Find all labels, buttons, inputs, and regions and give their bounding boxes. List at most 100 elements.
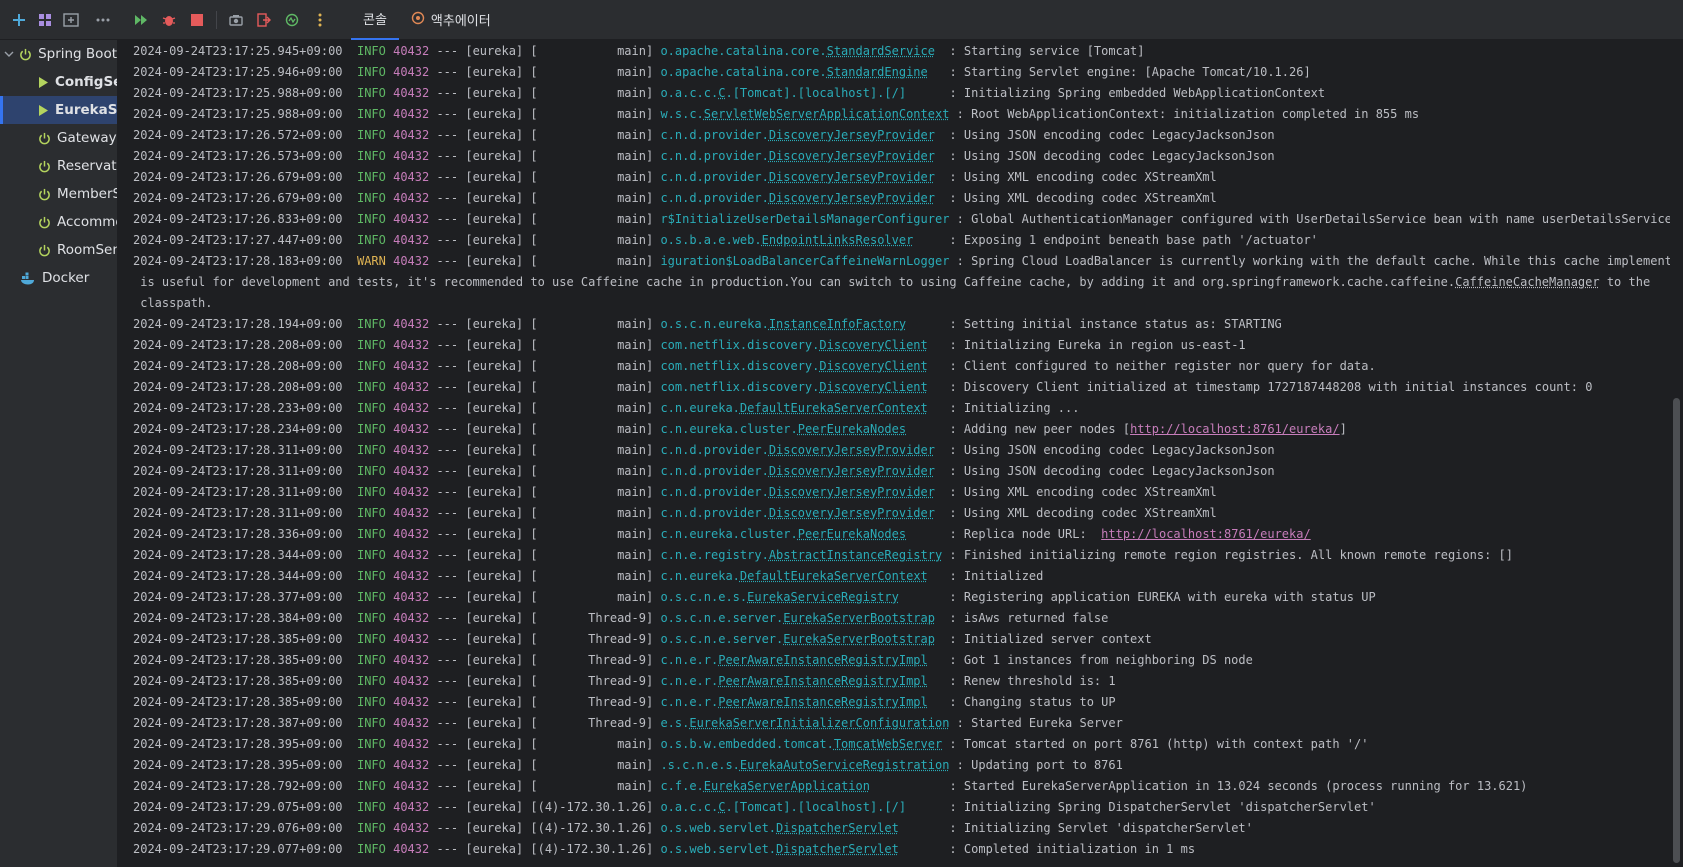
log-logger[interactable]: o.s.c.n.e.server.EurekaServerBootstrap (660, 632, 935, 646)
log-logger[interactable]: c.n.eureka.cluster.PeerEurekaNodes (660, 527, 906, 541)
log-logger[interactable]: o.s.c.n.e.s.EurekaServiceRegistry (660, 590, 898, 604)
log-logger[interactable]: com.netflix.discovery.DiscoveryClient (660, 380, 927, 394)
log-logger[interactable]: e.s.EurekaServerInitializerConfiguration (660, 716, 949, 730)
console-tabs: 콘솔 액추에이터 (351, 0, 503, 40)
log-pid: 40432 (393, 359, 430, 373)
log-line: 2024-09-24T23:17:26.679+09:00 INFO 40432… (133, 188, 1670, 209)
console-scrollbar[interactable] (1670, 40, 1683, 867)
log-logger[interactable]: o.s.b.w.embedded.tomcat.TomcatWebServer (660, 737, 942, 751)
log-logger[interactable]: r$InitializeUserDetailsManagerConfigurer (660, 212, 949, 226)
log-pad: : (906, 86, 964, 100)
tab-actuator[interactable]: 액추에이터 (399, 0, 503, 40)
log-logger[interactable]: o.a.c.c.C.[Tomcat].[localhost].[/] (660, 86, 906, 100)
log-url-link[interactable]: http://localhost:8761/eureka/ (1130, 422, 1340, 436)
tree-item-members[interactable]: MemberS (0, 180, 117, 208)
log-logger[interactable]: c.n.e.r.PeerAwareInstanceRegistryImpl (660, 674, 927, 688)
add-icon[interactable] (6, 7, 32, 33)
log-logger[interactable]: c.n.d.provider.DiscoveryJerseyProvider (660, 506, 935, 520)
log-logger-prefix: o.s.c.n.e.server. (660, 611, 784, 625)
log-logger[interactable]: c.n.d.provider.DiscoveryJerseyProvider (660, 464, 935, 478)
profiler-icon[interactable] (279, 7, 305, 33)
log-logger[interactable]: .s.c.n.e.s.EurekaAutoServiceRegistration (660, 758, 949, 772)
log-logger[interactable]: c.n.e.registry.AbstractInstanceRegistry (660, 548, 942, 562)
tree-item-configse[interactable]: ConfigSe (0, 68, 117, 96)
stop-icon[interactable] (184, 7, 210, 33)
log-logger-prefix: c.n.d.provider. (660, 128, 769, 142)
more-icon[interactable] (90, 7, 116, 33)
log-line: 2024-09-24T23:17:28.377+09:00 INFO 40432… (133, 587, 1670, 608)
tree-item-roomsen[interactable]: RoomSen (0, 236, 117, 264)
log-logger[interactable]: c.n.eureka.DefaultEurekaServerContext (660, 569, 927, 583)
log-app: [eureka] (465, 800, 524, 814)
tree-item-spring-boot[interactable]: Spring Boot (0, 40, 117, 68)
tree-item-reservatio[interactable]: Reservatio (0, 152, 117, 180)
rerun-icon[interactable] (128, 7, 154, 33)
debug-icon[interactable] (156, 7, 182, 33)
log-logger[interactable]: o.s.b.a.e.web.EndpointLinksResolver (660, 233, 913, 247)
log-pad: : (934, 128, 964, 142)
log-level: INFO (356, 506, 386, 520)
log-logger-class: PeerEurekaNodes (797, 527, 907, 541)
log-logger[interactable]: o.apache.catalina.core.StandardService (660, 44, 935, 58)
log-logger[interactable]: c.n.eureka.DefaultEurekaServerContext (660, 401, 927, 415)
group-icon[interactable] (32, 7, 58, 33)
log-bracket: ] (645, 548, 661, 562)
log-logger[interactable]: c.f.e.EurekaServerApplication (660, 779, 870, 793)
log-logger[interactable]: iguration$LoadBalancerCaffeineWarnLogger (660, 254, 949, 268)
exit-icon[interactable] (251, 7, 277, 33)
log-logger[interactable]: o.s.c.n.e.server.EurekaServerBootstrap (660, 611, 935, 625)
log-logger[interactable]: com.netflix.discovery.DiscoveryClient (660, 359, 927, 373)
log-sep: --- (429, 128, 466, 142)
log-pad: : (934, 632, 964, 646)
log-logger-class: DiscoveryJerseyProvider (768, 170, 935, 184)
log-logger[interactable]: c.n.d.provider.DiscoveryJerseyProvider (660, 443, 935, 457)
services-toolbar (0, 7, 118, 33)
log-sep: --- (429, 653, 466, 667)
log-pad: : (898, 590, 964, 604)
log-url-link[interactable]: http://localhost:8761/eureka/ (1101, 527, 1311, 541)
log-thread: main (537, 401, 646, 415)
log-logger[interactable]: c.n.d.provider.DiscoveryJerseyProvider (660, 170, 935, 184)
tree-item-accommo[interactable]: Accommo (0, 208, 117, 236)
log-logger[interactable]: o.a.c.c.C.[Tomcat].[localhost].[/] (660, 800, 906, 814)
log-timestamp: 2024-09-24T23:17:26.573+09:00 (133, 149, 343, 163)
tree-item-docker[interactable]: Docker (0, 264, 117, 292)
log-class-link[interactable]: CaffeineCacheManager (1455, 275, 1600, 289)
log-logger[interactable]: c.n.d.provider.DiscoveryJerseyProvider (660, 149, 935, 163)
log-logger[interactable]: o.s.c.n.eureka.InstanceInfoFactory (660, 317, 906, 331)
tree-item-gateways[interactable]: GatewayS (0, 124, 117, 152)
log-logger[interactable]: com.netflix.discovery.DiscoveryClient (660, 338, 927, 352)
log-logger-prefix: o.a.c.c. (660, 800, 719, 814)
log-logger[interactable]: c.n.eureka.cluster.PeerEurekaNodes (660, 422, 906, 436)
log-bracket: ] (645, 44, 661, 58)
tree-item-eurekase[interactable]: EurekaSe (0, 96, 117, 124)
log-logger[interactable]: c.n.e.r.PeerAwareInstanceRegistryImpl (660, 695, 927, 709)
scrollbar-thumb[interactable] (1673, 398, 1680, 863)
log-logger[interactable]: o.s.web.servlet.DispatcherServlet (660, 842, 898, 856)
log-logger-prefix: c.f.e. (660, 779, 704, 793)
log-logger-prefix: c.n.d.provider. (660, 443, 769, 457)
log-gap (343, 653, 357, 667)
log-logger[interactable]: w.s.c.ServletWebServerApplicationContext (660, 107, 949, 121)
log-pad: : (934, 44, 964, 58)
tree-item-label: MemberS (57, 186, 118, 202)
log-thread: main (537, 506, 646, 520)
kebab-menu-icon[interactable] (307, 7, 333, 33)
log-bracket: ] (645, 128, 661, 142)
tab-console[interactable]: 콘솔 (351, 0, 399, 40)
log-logger[interactable]: o.apache.catalina.core.StandardEngine (660, 65, 927, 79)
log-app: [eureka] (465, 212, 524, 226)
log-logger[interactable]: c.n.e.r.PeerAwareInstanceRegistryImpl (660, 653, 927, 667)
log-logger[interactable]: c.n.d.provider.DiscoveryJerseyProvider (660, 191, 935, 205)
console-output[interactable]: 2024-09-24T23:17:25.945+09:00 INFO 40432… (118, 40, 1670, 867)
log-pad: : (927, 359, 964, 373)
log-bracket: ] (645, 359, 661, 373)
camera-icon[interactable] (223, 7, 249, 33)
new-tab-icon[interactable] (58, 7, 84, 33)
log-logger[interactable]: c.n.d.provider.DiscoveryJerseyProvider (660, 128, 935, 142)
log-timestamp: 2024-09-24T23:17:26.679+09:00 (133, 170, 343, 184)
log-message: Initializing ... (963, 401, 1080, 415)
log-logger[interactable]: c.n.d.provider.DiscoveryJerseyProvider (660, 485, 935, 499)
chevron-down-icon[interactable] (4, 49, 14, 59)
log-logger[interactable]: o.s.web.servlet.DispatcherServlet (660, 821, 898, 835)
